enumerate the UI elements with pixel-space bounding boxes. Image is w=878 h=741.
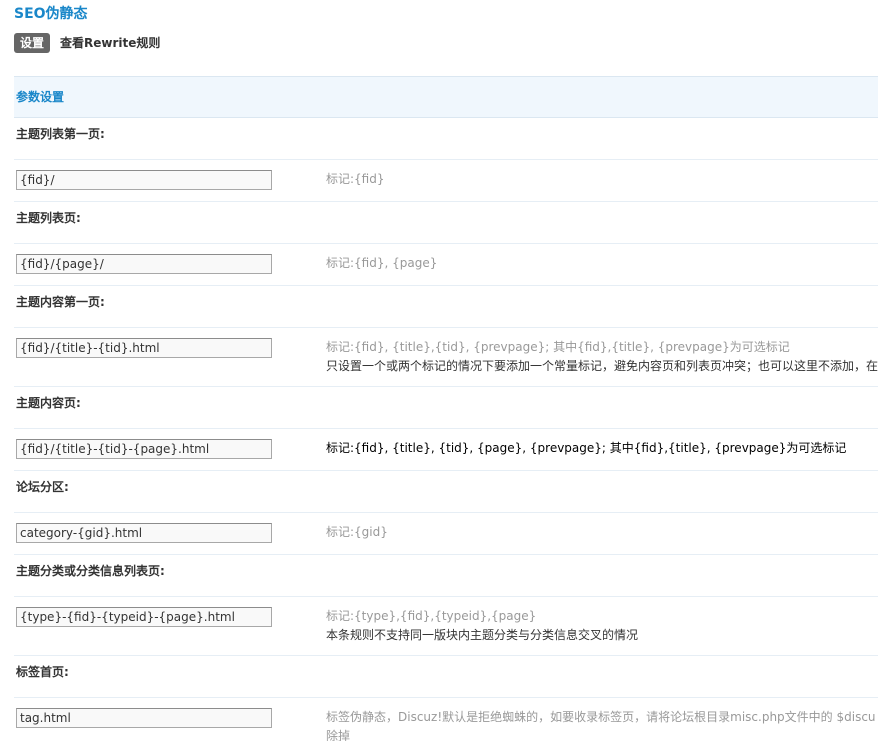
rule-label-tag-home: 标签首页: <box>14 656 878 698</box>
rule-hint: 标记:{type},{fid},{typeid},{page} 本条规则不支持同… <box>326 607 878 645</box>
rule-input-thread-type-list[interactable] <box>16 607 272 627</box>
rule-hint-text: 标记:{fid}, {page} <box>326 256 438 270</box>
settings-table: 参数设置 主题列表第一页: 标记:{fid} 主题列表页: 标记:{fid}, … <box>14 76 878 741</box>
rule-hint-text: 标记:{type},{fid},{typeid},{page} <box>326 609 537 623</box>
rule-hint: 标记:{fid} <box>326 170 878 189</box>
page-title: SEO伪静态 <box>14 6 88 22</box>
rule-hint-note: 除掉 <box>326 729 351 741</box>
rule-row-forum-list-page: 标记:{fid}, {page} <box>14 244 878 286</box>
rule-label-forum-list-page: 主题列表页: <box>14 202 878 244</box>
tab-view-rewrite-rules[interactable]: 查看Rewrite规则 <box>60 33 160 53</box>
rule-row-forum-list-first-page: 标记:{fid} <box>14 160 878 202</box>
rule-label-thread-page: 主题内容页: <box>14 387 878 429</box>
rule-hint-text: 标记:{fid}, {title}, {tid}, {page}, {prevp… <box>326 441 847 455</box>
rule-label-forum-category: 论坛分区: <box>14 471 878 513</box>
rule-hint-text: 标记:{fid}, {title},{tid}, {prevpage}; 其中{… <box>326 340 790 354</box>
rule-hint: 标记:{gid} <box>326 523 878 542</box>
rule-input-forum-list-first-page[interactable] <box>16 170 272 190</box>
rule-row-thread-type-list: 标记:{type},{fid},{typeid},{page} 本条规则不支持同… <box>14 597 878 656</box>
rule-input-thread-page[interactable] <box>16 439 272 459</box>
rule-label-thread-type-list: 主题分类或分类信息列表页: <box>14 555 878 597</box>
rule-hint: 标签伪静态，Discuz!默认是拒绝蜘蛛的，如要收录标签页，请将论坛根目录mis… <box>326 708 878 741</box>
rule-hint-text: 标记:{gid} <box>326 525 388 539</box>
section-title: 参数设置 <box>14 76 878 118</box>
rule-hint-note: 本条规则不支持同一版块内主题分类与分类信息交叉的情况 <box>326 628 639 642</box>
rule-hint: 标记:{fid}, {title}, {tid}, {page}, {prevp… <box>326 439 878 458</box>
tab-bar: 设置 查看Rewrite规则 <box>14 33 160 53</box>
rule-hint-note: 只设置一个或两个标记的情况下要添加一个常量标记，避免内容页和列表页冲突；也可以这… <box>326 359 878 373</box>
rule-input-forum-category[interactable] <box>16 523 272 543</box>
rule-input-tag-home[interactable] <box>16 708 272 728</box>
rule-hint: 标记:{fid}, {title},{tid}, {prevpage}; 其中{… <box>326 338 878 376</box>
rule-row-forum-category: 标记:{gid} <box>14 513 878 555</box>
rule-row-tag-home: 标签伪静态，Discuz!默认是拒绝蜘蛛的，如要收录标签页，请将论坛根目录mis… <box>14 698 878 741</box>
rule-row-thread-page: 标记:{fid}, {title}, {tid}, {page}, {prevp… <box>14 429 878 471</box>
rule-label-thread-first-page: 主题内容第一页: <box>14 286 878 328</box>
rule-hint: 标记:{fid}, {page} <box>326 254 878 273</box>
rule-label-forum-list-first-page: 主题列表第一页: <box>14 118 878 160</box>
rule-hint-text: 标记:{fid} <box>326 172 385 186</box>
rule-input-thread-first-page[interactable] <box>16 338 272 358</box>
rule-input-forum-list-page[interactable] <box>16 254 272 274</box>
rule-hint-text: 标签伪静态，Discuz!默认是拒绝蜘蛛的，如要收录标签页，请将论坛根目录mis… <box>326 710 876 724</box>
tab-settings[interactable]: 设置 <box>14 33 51 53</box>
rule-row-thread-first-page: 标记:{fid}, {title},{tid}, {prevpage}; 其中{… <box>14 328 878 387</box>
